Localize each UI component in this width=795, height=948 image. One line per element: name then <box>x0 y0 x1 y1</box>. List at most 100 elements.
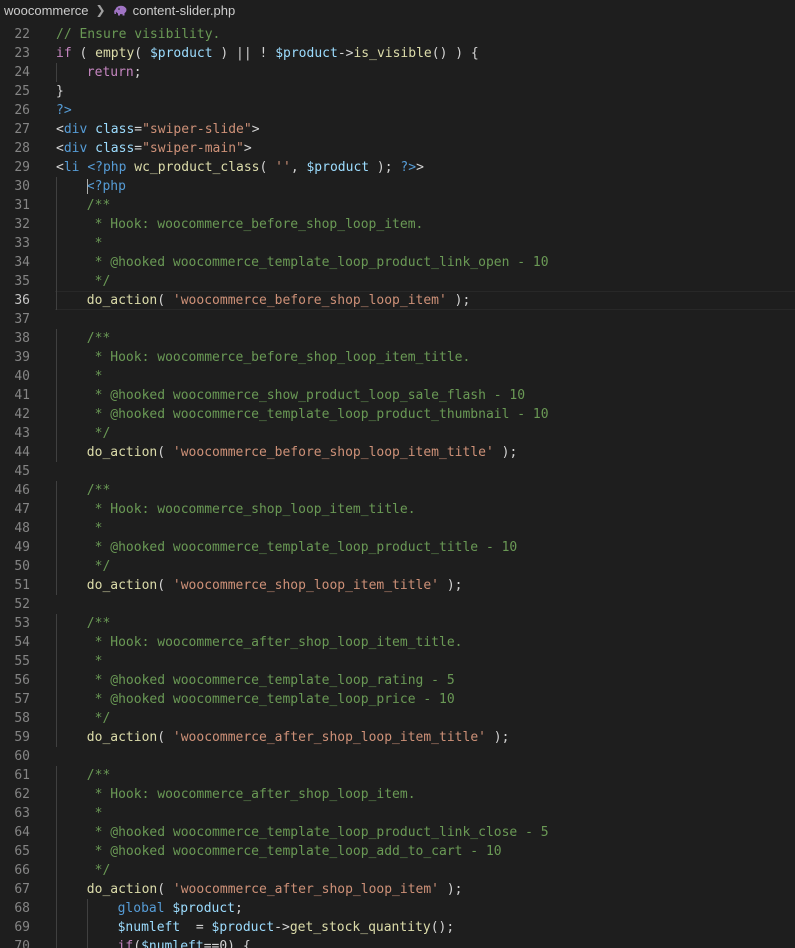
code-text: * Hook: woocommerce_shop_loop_item_title… <box>87 500 416 519</box>
code-line[interactable]: 36 do_action( 'woocommerce_before_shop_lo… <box>0 291 795 310</box>
code-line[interactable]: 56 * @hooked woocommerce_template_loop_r… <box>0 671 795 690</box>
code-token: if <box>56 46 72 61</box>
code-line[interactable]: 29 <li <?php wc_product_class( '', $produ… <box>0 158 795 177</box>
code-token: ?> <box>400 160 417 175</box>
code-token: empty <box>95 46 135 61</box>
line-number: 47 <box>14 502 30 517</box>
code-line[interactable]: 24 return; <box>0 63 795 82</box>
code-line[interactable]: 35 */ <box>0 272 795 291</box>
code-line[interactable]: 51 do_action( 'woocommerce_shop_loop_item… <box>0 576 795 595</box>
code-line[interactable]: 54 * Hook: woocommerce_after_shop_loop_i… <box>0 633 795 652</box>
code-text: /** <box>87 196 110 215</box>
code-text: // Ensure visibility. <box>56 25 220 44</box>
breadcrumb-file[interactable]: content-slider.php <box>133 3 236 18</box>
code-line[interactable]: 58 */ <box>0 709 795 728</box>
code-line[interactable]: 67 do_action( 'woocommerce_after_shop_loo… <box>0 880 795 899</box>
code-token: */ <box>86 863 111 878</box>
code-line[interactable]: 49 * @hooked woocommerce_template_loop_p… <box>0 538 795 557</box>
line-number: 57 <box>14 692 30 707</box>
code-text: * @hooked woocommerce_template_loop_prod… <box>87 823 549 842</box>
code-token: ( <box>157 293 173 308</box>
code-line[interactable]: 31 /** <box>0 196 795 215</box>
code-line[interactable]: 68 global $product; <box>0 899 795 918</box>
breadcrumb: woocommerce ❯ content-slider.php <box>0 0 795 20</box>
code-line[interactable]: 25} <box>0 82 795 101</box>
code-line[interactable]: 41 * @hooked woocommerce_show_product_lo… <box>0 386 795 405</box>
code-line[interactable]: 39 * Hook: woocommerce_before_shop_loop_… <box>0 348 795 367</box>
code-line[interactable]: 44 do_action( 'woocommerce_before_shop_lo… <box>0 443 795 462</box>
code-token: 'woocommerce_after_shop_loop_item_title' <box>172 730 486 745</box>
code-line[interactable]: 28 <div class="swiper-main"> <box>0 139 795 158</box>
line-number: 26 <box>14 103 30 118</box>
code-text: * <box>87 367 103 386</box>
code-line[interactable]: 55 * <box>0 652 795 671</box>
code-token: class <box>95 122 135 137</box>
code-line[interactable]: 37 <box>0 310 795 329</box>
line-number: 22 <box>14 27 30 42</box>
code-line[interactable]: 63 * <box>0 804 795 823</box>
code-line[interactable]: 64 * @hooked woocommerce_template_loop_p… <box>0 823 795 842</box>
code-line[interactable]: 34 * @hooked woocommerce_template_loop_p… <box>0 253 795 272</box>
line-number: 39 <box>14 350 30 365</box>
indent-guide <box>56 367 57 386</box>
code-token: * @hooked woocommerce_show_product_loop_… <box>86 388 526 403</box>
code-line[interactable]: 26 ?> <box>0 101 795 120</box>
code-line[interactable]: 46 /** <box>0 481 795 500</box>
code-token: $product <box>149 46 213 61</box>
line-number: 41 <box>14 388 30 403</box>
indent-guide <box>56 234 57 253</box>
code-token: ==0) { <box>203 939 251 948</box>
code-line[interactable]: 45 <box>0 462 795 481</box>
code-line[interactable]: 65 * @hooked woocommerce_template_loop_a… <box>0 842 795 861</box>
code-line[interactable]: 70 if($numleft==0) { <box>0 937 795 948</box>
code-line[interactable]: 48 * <box>0 519 795 538</box>
code-token: < <box>56 141 64 156</box>
code-line[interactable]: 60 <box>0 747 795 766</box>
code-line[interactable]: 61 /** <box>0 766 795 785</box>
code-line[interactable]: 47 * Hook: woocommerce_shop_loop_item_ti… <box>0 500 795 519</box>
code-token: * Hook: woocommerce_after_shop_loop_item… <box>86 787 416 802</box>
code-token: * @hooked woocommerce_template_loop_pric… <box>86 692 455 707</box>
indent-guide <box>56 215 57 234</box>
code-text: /** <box>87 481 110 500</box>
line-number: 49 <box>14 540 30 555</box>
code-line[interactable]: 27 <div class="swiper-slide"> <box>0 120 795 139</box>
code-line[interactable]: 42 * @hooked woocommerce_template_loop_p… <box>0 405 795 424</box>
code-line[interactable]: 23 if ( empty( $product ) || ! $product->… <box>0 44 795 63</box>
code-line[interactable]: 57 * @hooked woocommerce_template_loop_p… <box>0 690 795 709</box>
indent-guide <box>56 804 57 823</box>
code-line[interactable]: 40 * <box>0 367 795 386</box>
code-token: * @hooked woocommerce_template_loop_rati… <box>86 673 455 688</box>
code-token: * @hooked woocommerce_template_loop_prod… <box>86 255 549 270</box>
code-line[interactable]: 59 do_action( 'woocommerce_after_shop_loo… <box>0 728 795 747</box>
breadcrumb-folder[interactable]: woocommerce <box>4 3 89 18</box>
code-line[interactable]: 33 * <box>0 234 795 253</box>
code-token: > <box>243 141 252 156</box>
code-line[interactable]: 66 */ <box>0 861 795 880</box>
code-line[interactable]: 62 * Hook: woocommerce_after_shop_loop_i… <box>0 785 795 804</box>
code-line[interactable]: 50 */ <box>0 557 795 576</box>
indent-guide <box>56 918 57 937</box>
line-number: 34 <box>14 255 30 270</box>
code-line[interactable]: 43 */ <box>0 424 795 443</box>
code-editor[interactable]: 22 // Ensure visibility. 23 if ( empty( $pr… <box>0 25 795 948</box>
code-token: } <box>56 84 64 99</box>
code-token: ); <box>485 730 510 745</box>
line-number: 35 <box>14 274 30 289</box>
code-line[interactable]: 38 /** <box>0 329 795 348</box>
code-line[interactable]: 30 <?php <box>0 177 795 196</box>
code-token: * <box>86 806 103 821</box>
code-line[interactable]: 32 * Hook: woocommerce_before_shop_loop_… <box>0 215 795 234</box>
line-number: 28 <box>14 141 30 156</box>
code-token: ); <box>439 882 463 897</box>
code-token: ); <box>369 160 401 175</box>
code-line[interactable]: 22 // Ensure visibility. <box>0 25 795 44</box>
indent-guide <box>56 614 57 633</box>
code-line[interactable]: 69 $numleft = $product->get_stock_quantit… <box>0 918 795 937</box>
code-line[interactable]: 52 <box>0 595 795 614</box>
code-text: /** <box>87 329 110 348</box>
indent-guide <box>56 253 57 272</box>
code-line[interactable]: 53 /** <box>0 614 795 633</box>
indent-guide <box>56 481 57 500</box>
